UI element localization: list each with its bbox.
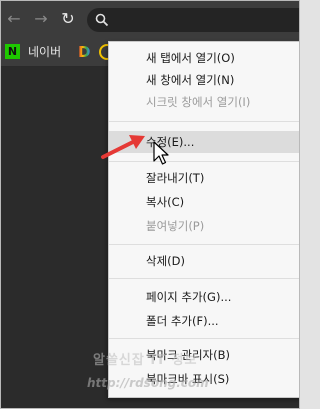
- naver-logo-icon[interactable]: N: [5, 44, 20, 59]
- back-arrow-icon[interactable]: ←: [5, 10, 23, 28]
- menu-item-paste[interactable]: 붙여넣기(P): [109, 215, 299, 237]
- search-icon: [95, 13, 109, 27]
- menu-item-delete[interactable]: 삭제(D): [109, 250, 299, 272]
- red-annotation-arrow-icon: [101, 135, 145, 159]
- menu-item-add-page[interactable]: 페이지 추가(G)...: [109, 286, 299, 308]
- mouse-cursor-icon: [153, 141, 169, 165]
- daum-logo-icon[interactable]: D: [78, 43, 90, 61]
- menu-separator: [109, 244, 299, 245]
- bookmark-context-menu: 새 탭에서 열기(O) 새 창에서 열기(N) 시크릿 창에서 열기(I) 수정…: [108, 41, 299, 398]
- menu-item-open-new-window[interactable]: 새 창에서 열기(N): [109, 69, 299, 91]
- menu-separator: [109, 278, 299, 279]
- browser-toolbar: ← → ↻: [1, 1, 299, 38]
- menu-item-cut[interactable]: 잘라내기(T): [109, 167, 299, 189]
- watermark-url: http://rdsong.com: [87, 376, 209, 390]
- watermark-text: 알쓸신잡 IT 정보: [93, 353, 198, 368]
- browser-window: ← → ↻ N 네이버 D 새 탭에서 열기(O) 새 창에서 열기(N) 시크…: [0, 0, 300, 409]
- forward-arrow-icon[interactable]: →: [32, 10, 50, 28]
- bookmark-naver-label[interactable]: 네이버: [28, 44, 61, 60]
- address-bar[interactable]: [87, 8, 299, 32]
- menu-item-open-new-tab[interactable]: 새 탭에서 열기(O): [109, 47, 299, 69]
- reload-icon[interactable]: ↻: [59, 10, 77, 28]
- menu-item-add-folder[interactable]: 폴더 추가(F)...: [109, 310, 299, 332]
- menu-item-open-incognito[interactable]: 시크릿 창에서 열기(I): [109, 91, 299, 113]
- menu-separator: [109, 121, 299, 122]
- menu-separator: [109, 338, 299, 339]
- menu-item-copy[interactable]: 복사(C): [109, 191, 299, 213]
